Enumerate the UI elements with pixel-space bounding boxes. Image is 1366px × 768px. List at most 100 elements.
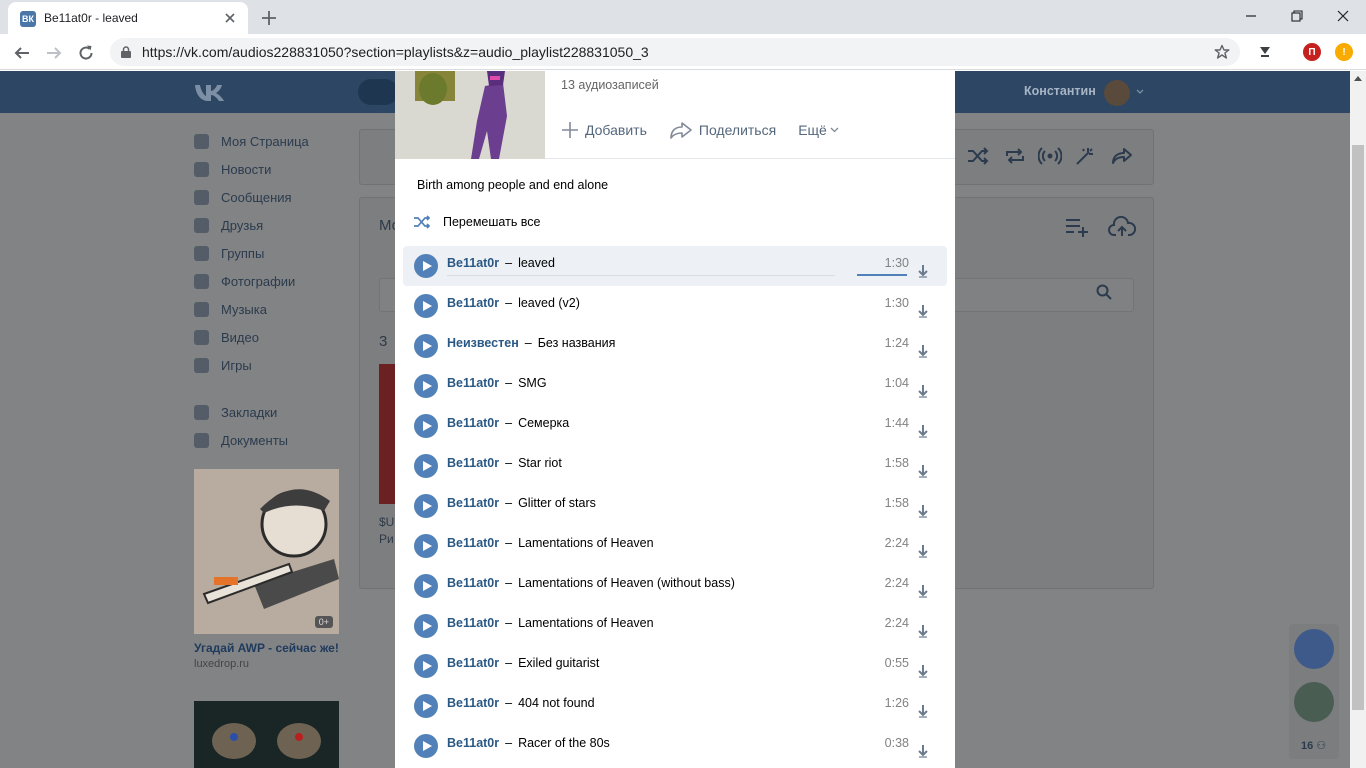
sidebar-item[interactable]: Игры [194,355,252,375]
back-arrow-icon[interactable] [10,41,34,65]
track-row[interactable]: Be11at0r – Star riot 1:58 [403,446,947,486]
play-icon[interactable] [414,334,438,358]
play-icon[interactable] [414,574,438,598]
sidebar-item[interactable]: Сообщения [194,187,292,207]
track-name[interactable]: Неизвестен – Без названия [447,336,615,350]
download-arrow-icon[interactable] [917,704,929,718]
track-name[interactable]: Be11at0r – leaved (v2) [447,296,580,310]
track-row[interactable]: Be11at0r – SMG 1:04 [403,366,947,406]
track-name[interactable]: Be11at0r – Glitter of stars [447,496,596,510]
track-row[interactable]: Be11at0r – leaved 1:30 [403,246,947,286]
vk-search-field[interactable] [358,79,398,105]
new-tab-icon[interactable] [258,7,280,29]
track-artist[interactable]: Be11at0r [447,416,499,430]
download-arrow-icon[interactable] [917,304,929,318]
play-icon[interactable] [414,454,438,478]
add-playlist-icon[interactable] [1064,216,1090,238]
download-arrow-icon[interactable] [917,664,929,678]
vk-user-name[interactable]: Константин [1024,84,1096,98]
sidebar-item[interactable]: Моя Страница [194,131,309,151]
track-row[interactable]: Be11at0r – Lamentations of Heaven (without… [403,566,947,606]
download-arrow-icon[interactable] [917,384,929,398]
page-scrollbar[interactable] [1350,71,1366,768]
track-name[interactable]: Be11at0r – Lamentations of Heaven (without… [447,576,735,590]
chevron-down-icon[interactable] [1136,89,1144,94]
track-artist[interactable]: Be11at0r [447,376,499,390]
sidebar-item[interactable]: Новости [194,159,271,179]
search-icon[interactable] [1095,283,1113,301]
browser-tab[interactable]: ВК Be11at0r - leaved [8,2,248,34]
download-arrow-icon[interactable] [917,264,929,278]
reload-icon[interactable] [74,41,98,65]
track-row[interactable]: Неизвестен – Без названия 1:24 [403,326,947,366]
repeat-icon[interactable] [1003,146,1027,166]
track-artist[interactable]: Be11at0r [447,496,499,510]
play-icon[interactable] [414,654,438,678]
ad-title[interactable]: Угадай AWP - сейчас же! [194,641,339,655]
track-row[interactable]: Be11at0r – Racer of the 80s 0:38 [403,726,947,766]
play-icon[interactable] [414,494,438,518]
track-row[interactable]: Be11at0r –404 not found 1:26 [403,686,947,726]
close-tab-icon[interactable] [222,10,238,26]
download-arrow-icon[interactable] [917,504,929,518]
play-icon[interactable] [414,294,438,318]
track-name[interactable]: Be11at0r –404 not found [447,696,595,710]
track-artist[interactable]: Be11at0r [447,736,499,750]
track-name[interactable]: Be11at0r – Racer of the 80s [447,736,610,750]
track-name[interactable]: Be11at0r – Lamentations of Heaven [447,536,654,550]
download-arrow-icon[interactable] [917,584,929,598]
share-player-icon[interactable] [1110,146,1134,166]
track-artist[interactable]: Be11at0r [447,616,499,630]
track-name[interactable]: Be11at0r – leaved [447,256,555,270]
profile-extension-icon[interactable]: П [1303,43,1321,61]
sidebar-item[interactable]: Документы [194,430,288,450]
track-name[interactable]: Be11at0r – SMG [447,376,547,390]
share-playlist-button[interactable]: Поделиться [669,121,776,139]
track-artist[interactable]: Be11at0r [447,576,499,590]
vk-user-avatar[interactable] [1104,80,1130,106]
track-artist[interactable]: Неизвестен [447,336,519,350]
play-icon[interactable] [414,614,438,638]
track-row[interactable]: Be11at0r – Lamentations of Heaven 2:24 [403,526,947,566]
broadcast-icon[interactable] [1038,146,1062,166]
sidebar-item[interactable]: Закладки [194,402,277,422]
track-row[interactable]: Be11at0r – Lamentations of Heaven 2:24 [403,606,947,646]
download-arrow-icon[interactable] [917,424,929,438]
friend-avatar[interactable] [1294,682,1334,722]
play-icon[interactable] [414,694,438,718]
ad-image[interactable]: 0+ [194,469,339,634]
shuffle-all-button[interactable]: Перемешать все [413,215,541,229]
download-arrow-icon[interactable] [917,344,929,358]
download-arrow-icon[interactable] [917,464,929,478]
add-playlist-button[interactable]: Добавить [561,121,647,139]
track-volume-bar[interactable] [857,274,907,276]
download-extension-icon[interactable] [1256,43,1274,61]
sidebar-item[interactable]: Музыка [194,299,267,319]
download-arrow-icon[interactable] [917,744,929,758]
vk-logo-icon[interactable] [194,81,228,103]
scrollbar-thumb[interactable] [1352,145,1364,710]
close-window-icon[interactable] [1320,0,1366,32]
track-progress-bar[interactable] [447,275,835,276]
online-friends-count[interactable]: 16 ⚇ [1301,739,1326,752]
minimize-window-icon[interactable] [1228,0,1274,32]
track-name[interactable]: Be11at0r – Exiled guitarist [447,656,599,670]
sidebar-item[interactable]: Друзья [194,215,263,235]
track-artist[interactable]: Be11at0r [447,696,499,710]
track-artist[interactable]: Be11at0r [447,656,499,670]
recommendations-icon[interactable] [1074,146,1098,166]
sidebar-item[interactable]: Видео [194,327,259,347]
address-bar[interactable]: https://vk.com/audios228831050?section=p… [110,38,1240,66]
play-icon[interactable] [414,734,438,758]
download-arrow-icon[interactable] [917,624,929,638]
track-artist[interactable]: Be11at0r [447,256,499,270]
track-artist[interactable]: Be11at0r [447,456,499,470]
forward-arrow-icon[interactable] [42,41,66,65]
download-arrow-icon[interactable] [917,544,929,558]
sidebar-item[interactable]: Группы [194,243,264,263]
track-artist[interactable]: Be11at0r [447,296,499,310]
sidebar-item[interactable]: Фотографии [194,271,295,291]
track-name[interactable]: Be11at0r – Семерка [447,416,569,430]
play-icon[interactable] [414,254,438,278]
track-artist[interactable]: Be11at0r [447,536,499,550]
